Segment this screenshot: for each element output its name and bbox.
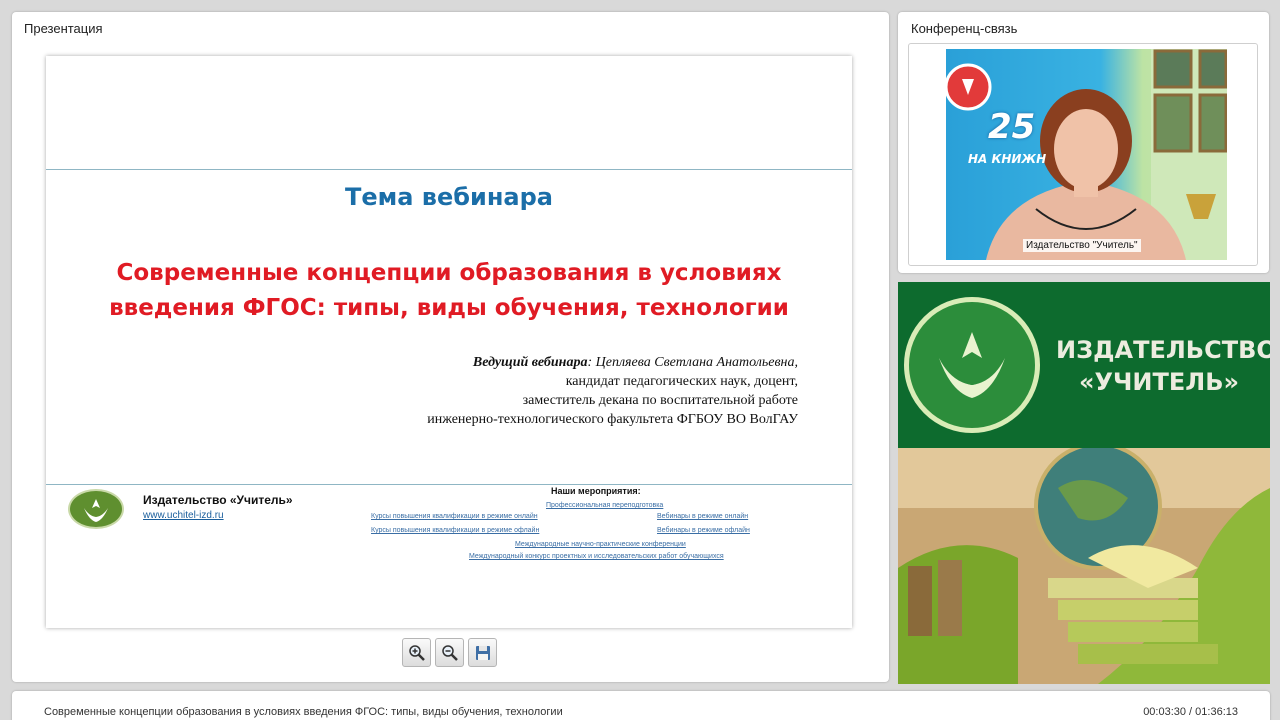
banner-line2: «УЧИТЕЛЬ» xyxy=(1079,368,1239,396)
slide-bottom-divider xyxy=(46,484,852,485)
participant-caption: Издательство "Учитель" xyxy=(1023,239,1141,252)
host-faculty: инженерно-технологического факультета ФГ… xyxy=(427,412,798,427)
zoom-out-icon xyxy=(441,644,458,661)
bottom-bar: Современные концепции образования в усло… xyxy=(12,691,1270,720)
poster-number: 25 xyxy=(988,107,1036,147)
poster-subtitle: НА КНИЖН xyxy=(968,152,1047,166)
host-label: Ведущий вебинара xyxy=(472,355,588,370)
event-link[interactable]: Курсы повышения квалификации в режиме оф… xyxy=(371,527,539,534)
books-image xyxy=(898,448,1270,684)
slide-toolbar xyxy=(402,638,497,667)
books-photo xyxy=(898,448,1270,684)
conference-panel-title: Конференц-связь xyxy=(911,21,1018,36)
publisher-url-link[interactable]: www.uchitel-izd.ru xyxy=(143,510,224,521)
playback-time: 00:03:30 / 01:36:13 xyxy=(1143,706,1238,718)
event-link[interactable]: Международный конкурс проектных и исслед… xyxy=(469,553,724,560)
conference-panel: Конференц-связь 25 НА КНИЖН Издательство… xyxy=(898,12,1269,273)
event-link[interactable]: Курсы повышения квалификации в режиме он… xyxy=(371,513,538,520)
slide-topic: Тема вебинара xyxy=(344,183,553,211)
webcam-video[interactable]: 25 НА КНИЖН Издательство "Учитель" xyxy=(946,49,1227,260)
events-title: Наши мероприятия: xyxy=(551,486,641,496)
presentation-panel: Презентация Тема вебинара Современные ко… xyxy=(12,12,889,682)
event-link[interactable]: Профессиональная переподготовка xyxy=(546,502,663,509)
banner-line1: ИЗДАТЕЛЬСТВО xyxy=(1056,336,1270,364)
event-link[interactable]: Вебинары в режиме офлайн xyxy=(657,527,750,534)
webinar-title: Современные концепции образования в усло… xyxy=(44,706,563,718)
zoom-out-button[interactable] xyxy=(435,638,464,667)
slide-host-info: Ведущий вебинара: Цепляева Светлана Анат… xyxy=(427,353,798,429)
save-icon xyxy=(475,645,490,660)
publisher-banner-logo-icon xyxy=(904,297,1040,433)
slide-title-line1: Современные концепции образования в усло… xyxy=(116,260,782,286)
presentation-panel-title: Презентация xyxy=(24,21,103,36)
zoom-in-icon xyxy=(408,644,425,661)
banner-text: ИЗДАТЕЛЬСТВО «УЧИТЕЛЬ» xyxy=(1056,334,1270,398)
slide-title-line2: введения ФГОС: типы, виды обучения, техн… xyxy=(109,295,789,321)
slide-top-divider xyxy=(46,169,852,170)
zoom-in-button[interactable] xyxy=(402,638,431,667)
event-link[interactable]: Международные научно-практические конфер… xyxy=(515,541,686,548)
save-button[interactable] xyxy=(468,638,497,667)
slide: Тема вебинара Современные концепции обра… xyxy=(46,56,852,628)
host-position: заместитель декана по воспитательной раб… xyxy=(522,393,798,408)
host-degree: кандидат педагогических наук, доцент, xyxy=(565,374,798,389)
video-frame: 25 НА КНИЖН Издательство "Учитель" xyxy=(908,43,1258,266)
publisher-banner: ИЗДАТЕЛЬСТВО «УЧИТЕЛЬ» xyxy=(898,282,1270,448)
publisher-logo-icon xyxy=(68,489,124,529)
host-name: : Цепляева Светлана Анатольевна, xyxy=(587,355,798,370)
event-link[interactable]: Вебинары в режиме онлайн xyxy=(657,513,748,520)
publisher-name: Издательство «Учитель» xyxy=(143,493,293,507)
slide-title: Современные концепции образования в усло… xyxy=(86,256,812,326)
